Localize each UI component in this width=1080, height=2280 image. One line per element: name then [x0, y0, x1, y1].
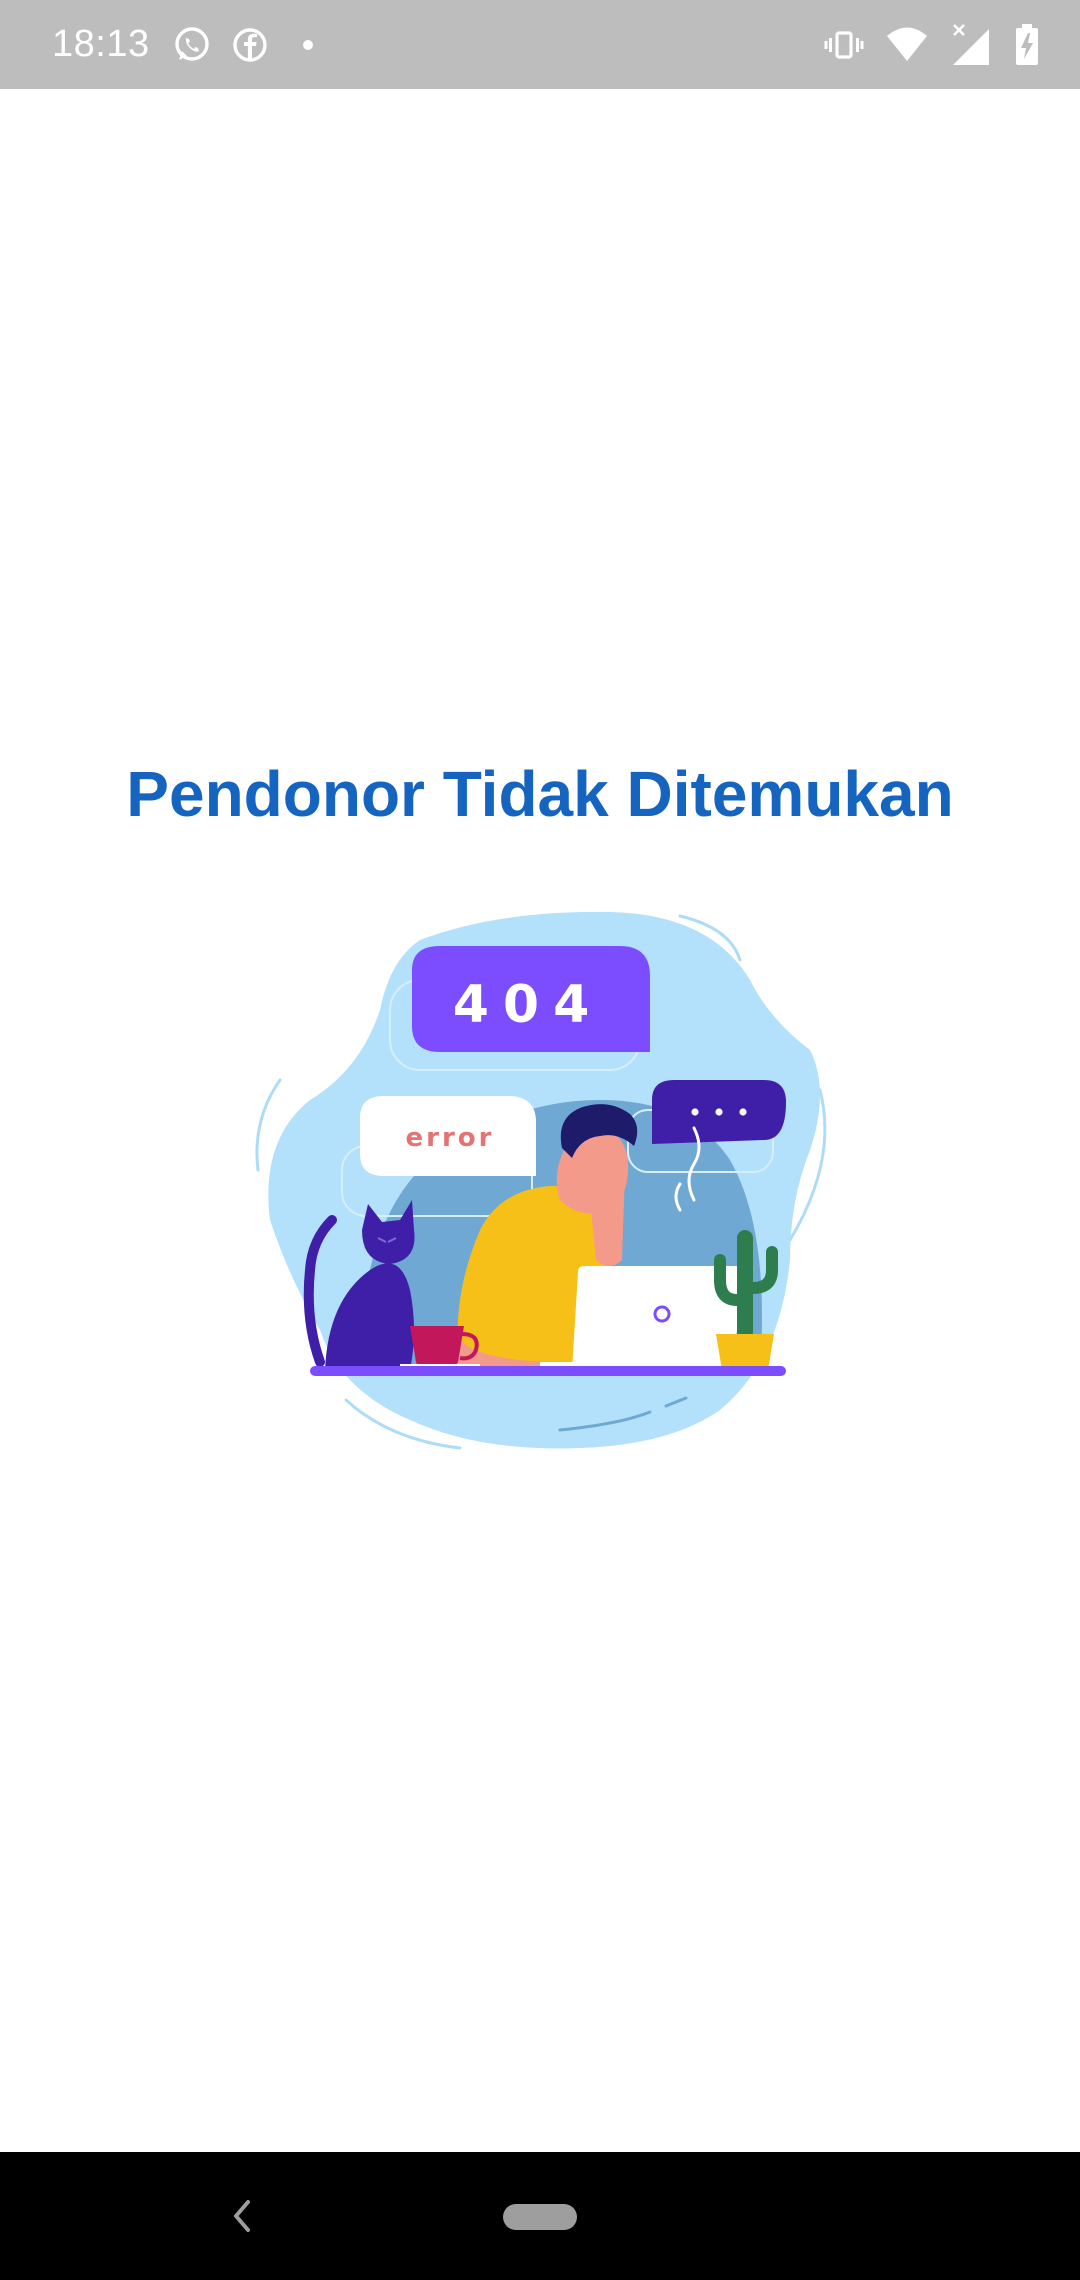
error-label: error: [406, 1123, 495, 1153]
page-title: Pendonor Tidak Ditemukan: [126, 758, 954, 830]
battery-charging-icon: [1014, 23, 1040, 67]
navigation-bar: [0, 2152, 1080, 2280]
facebook-icon: [230, 25, 270, 65]
status-right-icons: [824, 20, 1040, 70]
status-left-icons: [172, 22, 328, 68]
signal-icon: [950, 23, 992, 67]
wifi-icon: [886, 25, 928, 65]
whatsapp-icon: [172, 25, 212, 65]
code-label: 404: [453, 975, 604, 1035]
screen: 18:13 Pendonor Tidak Ditemukan 404 error: [0, 0, 1080, 2280]
status-time: 18:13: [52, 23, 150, 65]
status-bar: 18:13: [0, 0, 1080, 89]
not-found-illustration: 404 error: [250, 900, 850, 1460]
home-pill-icon[interactable]: [503, 2204, 577, 2230]
back-icon[interactable]: [222, 2192, 262, 2240]
dot-icon: [288, 25, 328, 65]
vibrate-icon: [824, 25, 864, 65]
